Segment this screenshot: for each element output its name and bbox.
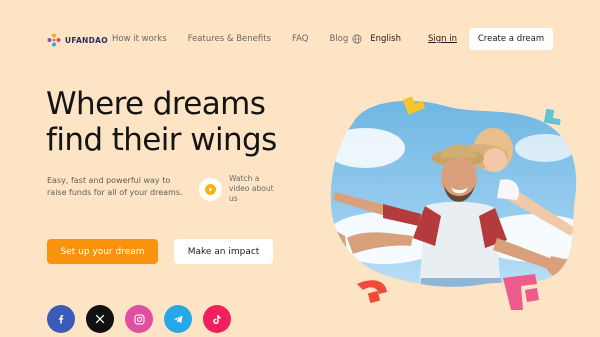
play-icon [205, 183, 216, 195]
set-up-dream-button[interactable]: Set up your dream [47, 239, 158, 264]
create-dream-button[interactable]: Create a dream [469, 28, 553, 50]
sign-in-link[interactable]: Sign in [428, 34, 457, 44]
nav-faq[interactable]: FAQ [292, 34, 308, 44]
main-nav: How it works Features & Benefits FAQ Blo… [112, 34, 401, 44]
hero-title: Where dreams find their wings [46, 86, 277, 158]
brand-logo[interactable]: UFANDAO [47, 33, 108, 47]
make-impact-button[interactable]: Make an impact [174, 239, 273, 264]
social-links [47, 305, 231, 333]
instagram-icon [133, 313, 145, 325]
telegram-link[interactable] [164, 305, 192, 333]
hero-title-line-1: Where dreams [46, 86, 266, 122]
x-icon [95, 314, 105, 324]
brand-mark-icon [47, 33, 61, 47]
facebook-link[interactable] [47, 305, 75, 333]
x-link[interactable] [86, 305, 114, 333]
instagram-link[interactable] [125, 305, 153, 333]
watch-video-link[interactable]: Watch a video about us [199, 174, 279, 204]
hero-subtitle: Easy, fast and powerful way to raise fun… [47, 176, 183, 197]
language-selector[interactable]: English [370, 34, 401, 44]
globe-icon[interactable] [352, 34, 362, 44]
brand-name: UFANDAO [65, 35, 108, 45]
hero-photo [330, 96, 577, 310]
nav-blog[interactable]: Blog [329, 34, 348, 44]
play-button[interactable] [199, 177, 222, 201]
tiktok-link[interactable] [203, 305, 231, 333]
nav-how-it-works[interactable]: How it works [112, 34, 167, 44]
tiktok-icon [213, 314, 221, 324]
hero-title-line-2: find their wings [46, 122, 277, 158]
facebook-icon [59, 315, 64, 324]
nav-features-benefits[interactable]: Features & Benefits [188, 34, 271, 44]
telegram-icon [173, 315, 183, 323]
watch-video-label: Watch a video about us [229, 174, 274, 203]
